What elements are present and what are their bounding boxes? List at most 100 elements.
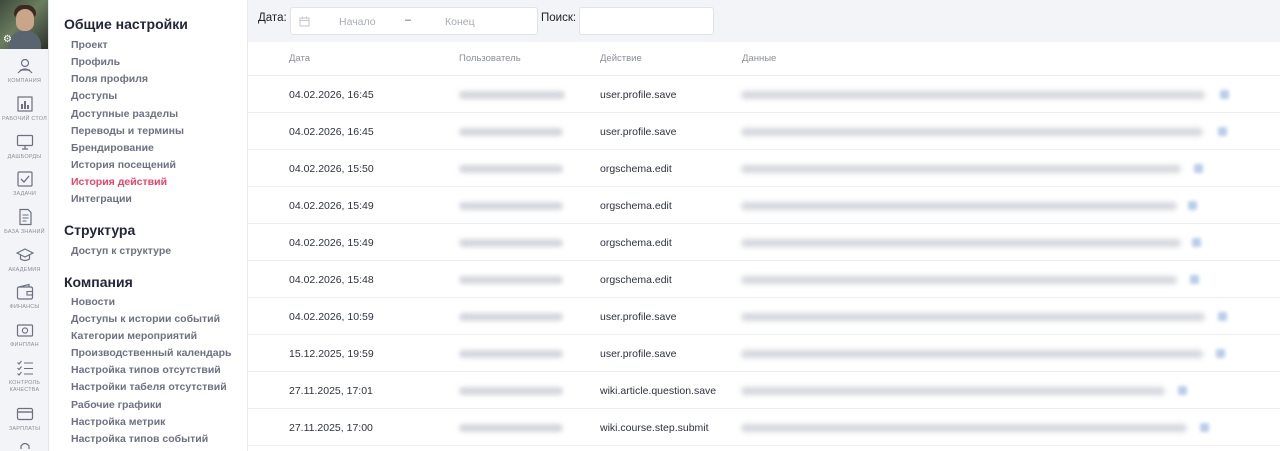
cell-data-redacted xyxy=(741,128,1203,136)
date-start-input[interactable]: Начало xyxy=(339,16,376,28)
menu-item-available-sections[interactable]: Доступные разделы xyxy=(71,108,178,120)
rail-item-label: ФИНПЛАН xyxy=(10,342,39,348)
action-history-table: Дата Пользователь Действие Данные 04.02.… xyxy=(248,42,1280,451)
cell-user-redacted xyxy=(459,276,563,284)
expand-icon[interactable] xyxy=(1188,201,1197,210)
cell-date: 04.02.2026, 16:45 xyxy=(289,89,374,101)
cell-user-redacted xyxy=(459,313,563,321)
cell-data-redacted xyxy=(741,313,1205,321)
cell-data-redacted xyxy=(741,276,1177,284)
cell-data-redacted xyxy=(741,239,1181,247)
expand-icon[interactable] xyxy=(1200,423,1209,432)
expand-icon[interactable] xyxy=(1194,164,1203,173)
rail-item-knowledge-base[interactable]: БАЗА ЗНАНИЙ xyxy=(0,208,48,236)
monitor-icon xyxy=(16,134,33,150)
rail-item-finplan[interactable]: ФИНПЛАН xyxy=(0,321,48,349)
menu-item-absence-types[interactable]: Настройка типов отсутствий xyxy=(71,364,221,376)
column-header-action[interactable]: Действие xyxy=(600,53,642,64)
rail-item-label: БАЗА ЗНАНИЙ xyxy=(4,229,45,235)
expand-icon[interactable] xyxy=(1190,275,1199,284)
menu-item-event-types[interactable]: Настройка типов событий xyxy=(71,433,208,445)
table-row[interactable]: 27.11.2025, 17:00 wiki.course.step.submi… xyxy=(248,409,1280,446)
table-row[interactable]: 04.02.2026, 16:45 user.profile.save xyxy=(248,113,1280,150)
table-row[interactable]: 04.02.2026, 15:48 orgschema.edit xyxy=(248,261,1280,298)
document-icon xyxy=(18,208,32,226)
menu-item-translations[interactable]: Переводы и термины xyxy=(71,125,184,137)
menu-item-absence-timesheet[interactable]: Настройки табеля отсутствий xyxy=(71,381,227,393)
graduation-cap-icon xyxy=(15,248,34,262)
rail-item-finance[interactable]: ФИНАНСЫ xyxy=(0,283,48,311)
expand-icon[interactable] xyxy=(1220,90,1229,99)
menu-item-access[interactable]: Доступы xyxy=(71,90,117,102)
rail-item-label: КОНТРОЛЬ xyxy=(8,380,41,386)
expand-icon[interactable] xyxy=(1192,238,1201,247)
menu-section-title: Компания xyxy=(64,274,133,290)
table-header: Дата Пользователь Действие Данные xyxy=(248,42,1280,76)
cell-date: 15.12.2025, 19:59 xyxy=(289,348,374,360)
menu-item-action-history[interactable]: История действий xyxy=(71,176,167,188)
column-header-date[interactable]: Дата xyxy=(289,53,310,64)
rail-item-dashboards[interactable]: ДАШБОРДЫ xyxy=(0,133,48,161)
menu-item-integrations[interactable]: Интеграции xyxy=(71,193,132,205)
cell-user-redacted xyxy=(459,424,563,432)
cell-date: 04.02.2026, 15:50 xyxy=(289,163,374,175)
rail-item-desktop[interactable]: РАБОЧИЙ СТОЛ xyxy=(0,95,48,123)
menu-item-visit-history[interactable]: История посещений xyxy=(71,159,176,171)
rail-item-academy[interactable]: АКАДЕМИЯ xyxy=(0,246,48,274)
rail-item-company[interactable]: КОМПАНИЯ xyxy=(0,57,48,85)
menu-item-structure-access[interactable]: Доступ к структуре xyxy=(71,245,171,257)
column-header-user[interactable]: Пользователь xyxy=(459,53,521,64)
cell-user-redacted xyxy=(459,128,563,136)
rail-item-salaries[interactable]: ЗАРПЛАТЫ xyxy=(0,405,48,433)
rail-item-label-second-line: КАЧЕСТВА xyxy=(9,387,40,393)
cell-date: 04.02.2026, 16:45 xyxy=(289,126,374,138)
cell-action: user.profile.save xyxy=(600,348,677,360)
table-row[interactable]: 15.12.2025, 19:59 user.profile.save xyxy=(248,335,1280,372)
date-range-picker[interactable]: Начало – Конец xyxy=(290,7,538,35)
table-row[interactable]: 04.02.2026, 15:49 orgschema.edit xyxy=(248,224,1280,261)
rail-item-tasks[interactable]: ЗАДАЧИ xyxy=(0,170,48,198)
cell-date: 04.02.2026, 10:59 xyxy=(289,311,374,323)
rail-item-more[interactable] xyxy=(0,441,48,451)
rail-item-quality-control[interactable]: КОНТРОЛЬ КАЧЕСТВА xyxy=(0,359,48,394)
table-row[interactable]: 04.02.2026, 15:50 orgschema.edit xyxy=(248,150,1280,187)
menu-item-metrics[interactable]: Настройка метрик xyxy=(71,416,165,428)
table-row[interactable]: 04.02.2026, 10:59 user.profile.save xyxy=(248,298,1280,335)
menu-item-branding[interactable]: Брендирование xyxy=(71,142,154,154)
menu-item-news[interactable]: Новости xyxy=(71,296,115,308)
rail-item-label: ФИНАНСЫ xyxy=(9,304,40,310)
cell-action: wiki.article.question.save xyxy=(600,385,717,397)
cell-date: 27.11.2025, 17:00 xyxy=(289,422,373,434)
cell-action: user.profile.save xyxy=(600,311,677,323)
cell-date: 04.02.2026, 15:49 xyxy=(289,237,374,249)
money-icon xyxy=(16,324,33,337)
menu-item-profile[interactable]: Профиль xyxy=(71,56,120,68)
checkbox-icon xyxy=(16,171,33,187)
rail-item-label: РАБОЧИЙ СТОЛ xyxy=(2,116,47,122)
menu-item-production-calendar[interactable]: Производственный календарь xyxy=(71,347,232,359)
menu-item-project[interactable]: Проект xyxy=(71,39,108,51)
menu-item-profile-fields[interactable]: Поля профиля xyxy=(71,73,148,85)
table-row[interactable]: 04.02.2026, 15:49 orgschema.edit xyxy=(248,187,1280,224)
table-row[interactable]: 04.02.2026, 16:45 user.profile.save xyxy=(248,76,1280,113)
table-row[interactable]: 27.11.2025, 17:01 wiki.article.question.… xyxy=(248,372,1280,409)
menu-item-event-categories[interactable]: Категории мероприятий xyxy=(71,330,197,342)
date-end-input[interactable]: Конец xyxy=(445,16,475,28)
expand-icon[interactable] xyxy=(1218,312,1227,321)
gear-icon[interactable]: ⚙ xyxy=(3,35,12,45)
cell-user-redacted xyxy=(459,202,563,210)
expand-icon[interactable] xyxy=(1178,386,1187,395)
calendar-icon xyxy=(299,16,310,27)
cell-user-redacted xyxy=(459,350,563,358)
expand-icon[interactable] xyxy=(1216,349,1225,358)
cell-action: wiki.course.step.submit xyxy=(600,422,709,434)
cell-action: orgschema.edit xyxy=(600,237,672,249)
cell-user-redacted xyxy=(459,91,565,99)
search-input[interactable] xyxy=(579,7,714,35)
avatar[interactable]: ⚙ xyxy=(0,0,48,49)
menu-item-event-history-access[interactable]: Доступы к истории событий xyxy=(71,313,220,325)
menu-item-work-schedules[interactable]: Рабочие графики xyxy=(71,399,162,411)
column-header-data[interactable]: Данные xyxy=(742,53,776,64)
expand-icon[interactable] xyxy=(1218,127,1227,136)
cell-date: 04.02.2026, 15:49 xyxy=(289,200,374,212)
